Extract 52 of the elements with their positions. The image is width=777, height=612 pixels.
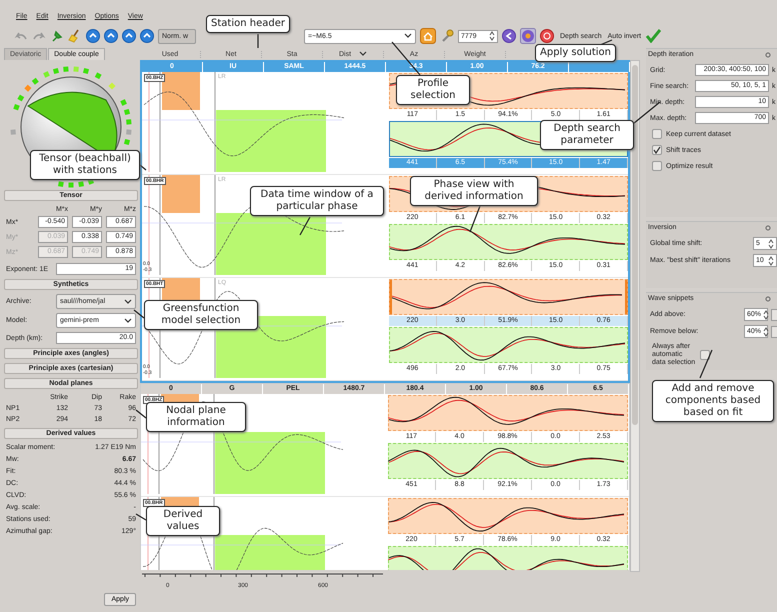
- caret-icon: [124, 298, 132, 304]
- leader-line: [392, 42, 420, 76]
- sort-caret-icon: [359, 51, 368, 57]
- annotation-tooltip: Derived values: [146, 506, 220, 536]
- float-icon[interactable]: [765, 52, 771, 58]
- checkbox[interactable]: [652, 161, 662, 171]
- leader-line: [299, 216, 311, 236]
- checkmark-icon[interactable]: [645, 29, 662, 43]
- caret-icon: [124, 318, 132, 324]
- navigation-icon[interactable]: [122, 29, 136, 43]
- spin-arrows-icon: [768, 238, 774, 248]
- annotation-tooltip: Data time window of a particular phase: [250, 186, 384, 216]
- annotation-tooltip: Add and remove components based based on fit: [652, 380, 774, 422]
- annotation-tooltip: Station header: [206, 15, 290, 33]
- annotation-tooltip: Profile selection: [396, 75, 470, 105]
- annotation-tooltip: Greensfunction model selection: [144, 300, 258, 330]
- spin-arrows-icon: [763, 310, 770, 320]
- spin-arrows-icon: [763, 326, 770, 336]
- previous-icon[interactable]: [502, 29, 516, 43]
- checkmark-icon: [653, 146, 661, 154]
- scrollbar[interactable]: [630, 60, 640, 572]
- leader-line: [134, 310, 144, 318]
- pin-icon[interactable]: [50, 29, 64, 43]
- leader-line: [469, 206, 481, 232]
- phase-view[interactable]: [389, 224, 628, 260]
- annotation-tooltip: Tensor (beachball) with stations: [30, 150, 140, 180]
- annotation-tooltip: Phase view with derived information: [410, 176, 538, 206]
- checkbox[interactable]: [652, 129, 662, 139]
- leader-line: [257, 34, 259, 48]
- leader-line: [600, 39, 612, 46]
- leader-line: [136, 513, 146, 521]
- annotation-tooltip: Apply solution: [535, 44, 616, 62]
- annotation-tooltip: Nodal plane information: [146, 402, 246, 432]
- navigation-icon[interactable]: [140, 29, 154, 43]
- navigation-icon[interactable]: [86, 29, 100, 43]
- scrollbar-thumb[interactable]: [632, 65, 638, 425]
- spin-arrows-icon: [489, 31, 495, 41]
- float-icon[interactable]: [765, 296, 771, 302]
- annotation-tooltip: Depth search parameter: [540, 120, 634, 150]
- house-icon[interactable]: [420, 28, 436, 44]
- checkbox[interactable]: [700, 350, 710, 360]
- phase-view[interactable]: [389, 279, 628, 315]
- checkbox[interactable]: [652, 145, 662, 155]
- float-icon[interactable]: [765, 224, 771, 230]
- stop-icon[interactable]: [540, 29, 554, 43]
- caret-icon: [404, 33, 412, 39]
- navigation-icon[interactable]: [104, 29, 118, 43]
- spin-arrows-icon: [768, 256, 774, 266]
- leader-line: [136, 410, 146, 418]
- leader-line: [140, 164, 146, 170]
- phase-view[interactable]: [388, 395, 628, 431]
- leader-line: [699, 350, 713, 378]
